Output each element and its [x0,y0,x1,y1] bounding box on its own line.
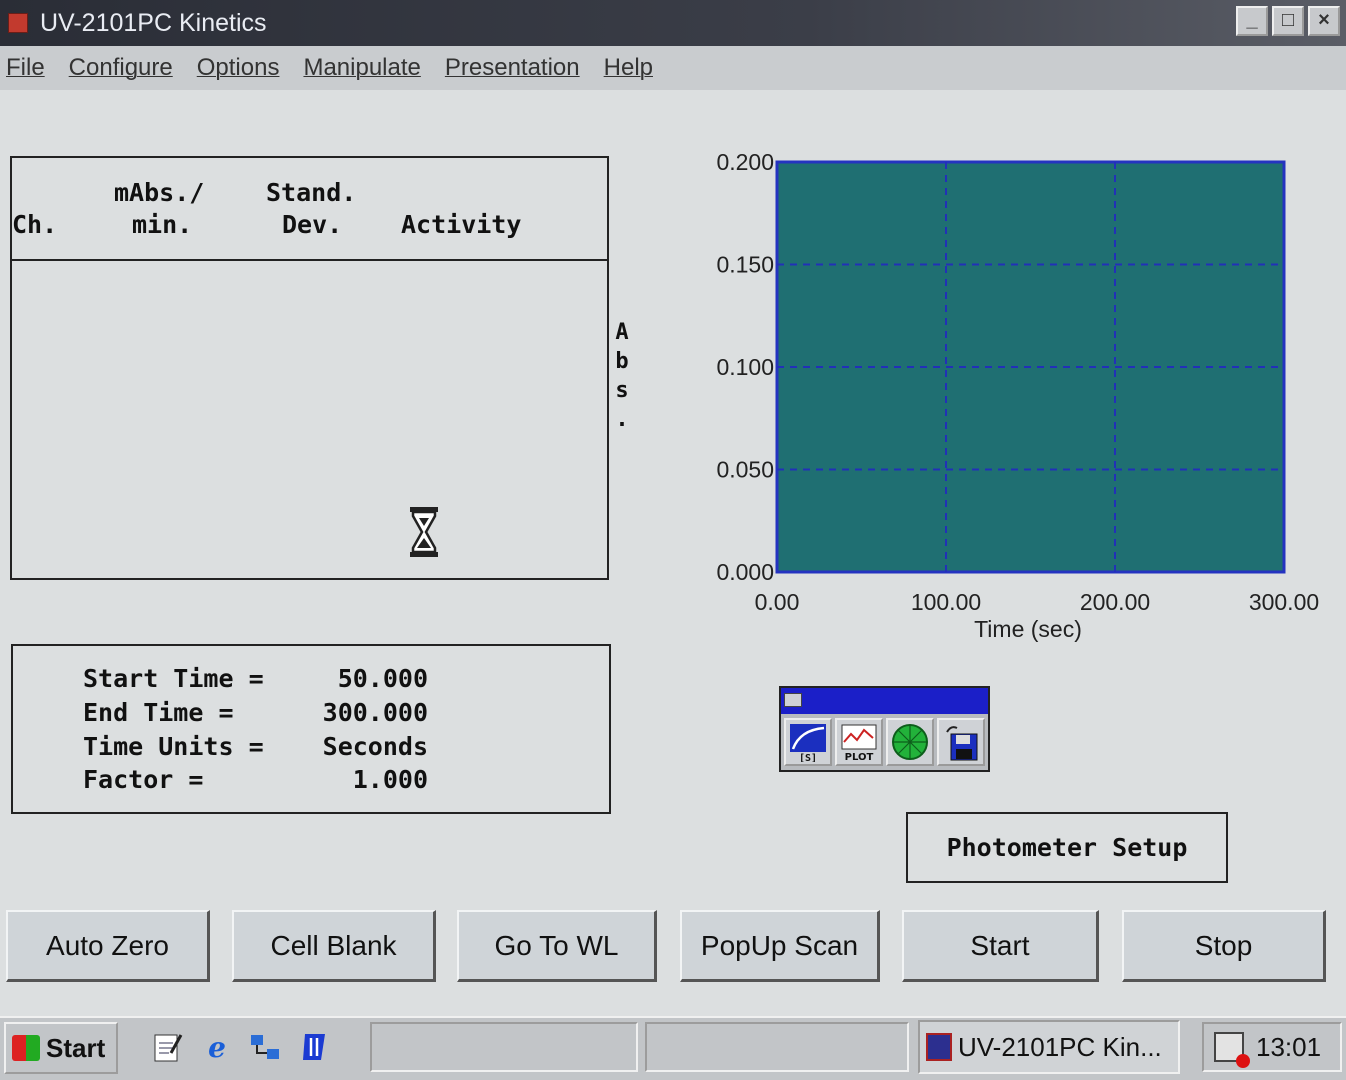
window-controls: _ □ × [1236,6,1340,36]
menu-presentation[interactable]: Presentation [445,54,580,82]
cell-blank-button[interactable]: Cell Blank [232,910,436,982]
column-header-stddev-line2: Dev. [282,210,343,239]
curve-tool-label: [S] [799,753,817,762]
y-tick-label: 0.100 [716,354,774,380]
kinetics-curve-icon[interactable]: [S] [784,718,832,766]
menu-file[interactable]: File [6,54,45,82]
title-bar: UV-2101PC Kinetics _ □ × [0,0,1346,46]
kinetics-app-icon [926,1033,952,1061]
start-time-row: Start Time = 50.000 [83,664,428,694]
taskbar-app-button[interactable]: UV-2101PC Kin... [918,1020,1180,1074]
go-to-wl-button[interactable]: Go To WL [457,910,657,982]
column-header-activity: Activity [401,210,522,239]
parameters-panel: Start Time = 50.000 End Time = 300.000 T… [11,644,611,814]
minimize-icon[interactable]: _ [1236,6,1268,36]
taskbar-app-label: UV-2101PC Kin... [958,1031,1162,1062]
hourglass-icon [410,507,438,557]
close-icon[interactable]: × [1308,6,1340,36]
menu-help[interactable]: Help [604,54,653,82]
y-axis-label-char: . [615,407,629,432]
y-tick-label: 0.200 [716,149,774,175]
start-menu-label: Start [46,1032,106,1063]
menu-bar: File Configure Options Manipulate Presen… [0,46,1346,90]
x-tick-label: 0.00 [755,589,800,615]
taskbar-slot[interactable] [645,1022,909,1072]
time-units-label: Time Units = [83,732,264,761]
x-tick-label: 200.00 [1080,589,1150,615]
notepad-icon[interactable] [150,1030,184,1064]
green-circle-icon[interactable] [886,718,934,766]
results-table: mAbs./ Ch. min. Stand. Dev. Activity [10,156,609,580]
taskbar-slot[interactable] [370,1022,638,1072]
app-icon[interactable] [8,13,28,33]
y-axis-label-char: b [615,349,629,374]
time-units-row: Time Units = Seconds [83,732,428,762]
y-axis-label-char: A [615,320,629,345]
column-header-rate-line1: mAbs./ [114,178,205,207]
factor-value: 1.000 [352,765,428,794]
y-tick-label: 0.000 [716,559,774,585]
toolbox-window: [S] PLOT [779,686,990,772]
factor-label: Factor = [83,765,204,794]
time-units-value: Seconds [322,732,428,761]
window-title: UV-2101PC Kinetics [40,8,267,37]
x-tick-label: 300.00 [1249,589,1319,615]
column-header-rate-line2: min. [132,210,193,239]
start-time-label: Start Time = [83,664,264,693]
end-time-row: End Time = 300.000 [83,698,428,728]
end-time-label: End Time = [83,698,234,727]
start-button[interactable]: Start [902,910,1099,982]
results-table-header: mAbs./ Ch. min. Stand. Dev. Activity [12,158,607,261]
end-time-value: 300.000 [322,698,428,727]
internet-explorer-icon[interactable]: e [200,1030,234,1064]
stop-button[interactable]: Stop [1122,910,1326,982]
system-tray: 13:01 [1202,1022,1342,1072]
app-icon[interactable] [298,1030,332,1064]
menu-options[interactable]: Options [197,54,280,82]
factor-row: Factor = 1.000 [83,765,428,795]
menu-configure[interactable]: Configure [69,54,173,82]
action-button-row: Auto Zero Cell Blank Go To WL PopUp Scan… [0,910,1346,984]
y-axis-label-char: s [615,378,629,403]
popup-scan-button[interactable]: PopUp Scan [680,910,880,982]
photometer-setup-button[interactable]: Photometer Setup [906,812,1228,883]
column-header-channel: Ch. [12,210,58,239]
maximize-icon[interactable]: □ [1272,6,1304,36]
x-axis-label: Time (sec) [974,616,1082,642]
auto-zero-button[interactable]: Auto Zero [6,910,210,982]
menu-manipulate[interactable]: Manipulate [303,54,420,82]
column-header-stddev-line1: Stand. [266,178,357,207]
network-icon[interactable] [248,1030,282,1064]
scheduler-tray-icon[interactable] [1214,1032,1250,1068]
y-tick-label: 0.150 [716,252,774,278]
toolbox-titlebar[interactable] [781,688,988,714]
toolbox-menu-icon[interactable] [784,693,802,707]
start-menu-button[interactable]: Start [4,1022,118,1074]
kinetics-chart: 0.000 0.050 0.100 0.150 0.200 0.00 100.00 200.… [716,149,1319,642]
plot-icon[interactable]: PLOT [835,718,883,766]
taskbar: Start e UV-2101PC Kin... 13:01 [0,1016,1346,1080]
x-tick-label: 100.00 [911,589,981,615]
save-disk-icon[interactable] [937,718,985,766]
y-axis-label: Abs. [613,318,631,434]
windows-logo-icon [12,1035,40,1061]
y-tick-label: 0.050 [716,457,774,483]
clock: 13:01 [1256,1031,1322,1062]
plot-tool-label: PLOT [845,752,874,762]
start-time-value: 50.000 [337,664,428,693]
